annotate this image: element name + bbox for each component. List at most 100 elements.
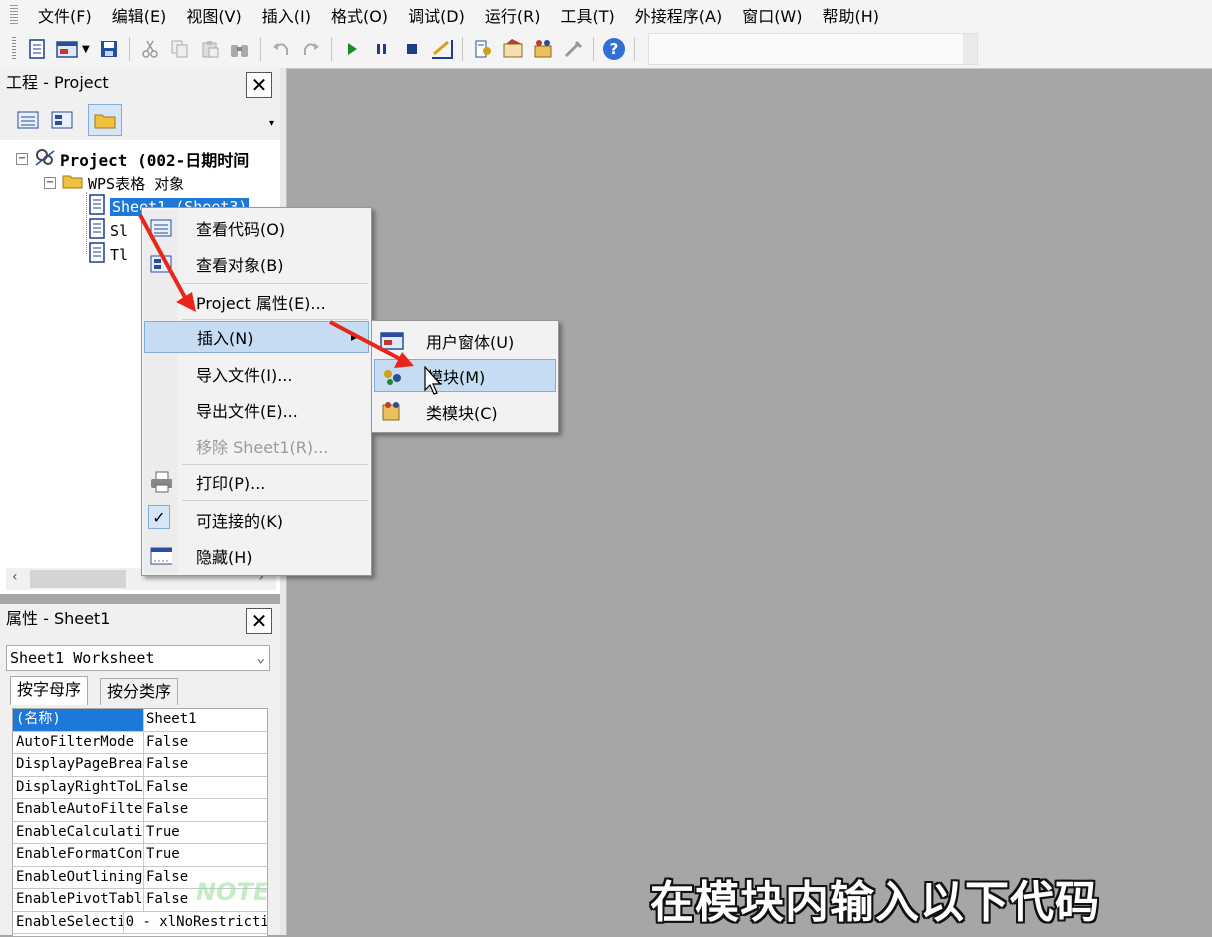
project-explorer-icon[interactable] bbox=[471, 37, 495, 61]
menu-format[interactable]: 格式(O) bbox=[321, 3, 398, 27]
menu-item-print[interactable]: 打印(P)... bbox=[144, 466, 369, 498]
property-row[interactable]: DisplayPageBreaksFalse bbox=[13, 754, 267, 777]
property-row[interactable]: (名称) Sheet1 bbox=[13, 709, 267, 732]
redo-icon[interactable] bbox=[299, 37, 323, 61]
property-row[interactable]: EnableFormatConditionsCalculationTrue bbox=[13, 844, 267, 867]
property-row[interactable]: EnableCalculationTrue bbox=[13, 821, 267, 844]
chevron-down-icon[interactable]: ▾ bbox=[269, 118, 274, 129]
menu-item-userform[interactable]: 用户窗体(U) bbox=[374, 324, 556, 357]
menu-run[interactable]: 运行(R) bbox=[475, 3, 551, 27]
menu-item-class-module[interactable]: 类模块(C) bbox=[374, 395, 556, 428]
tree-sheet-row[interactable]: Tl bbox=[88, 242, 128, 268]
menu-item-hide[interactable]: 隐藏(H) bbox=[144, 540, 369, 572]
property-row[interactable]: EnableSelection0 - xlNoRestrictions bbox=[13, 911, 267, 934]
menu-item-remove-sheet: 移除 Sheet1(R)... bbox=[196, 438, 329, 457]
view-code-icon[interactable] bbox=[16, 110, 40, 134]
folder-open-icon bbox=[62, 172, 84, 194]
userform-icon bbox=[380, 330, 404, 352]
toolbar-separator bbox=[461, 37, 463, 61]
view-code-icon bbox=[150, 218, 172, 238]
design-mode-icon[interactable] bbox=[430, 37, 454, 61]
checkmark-icon: ✓ bbox=[148, 505, 170, 529]
menu-item-view-object[interactable]: 查看对象(B) bbox=[144, 248, 369, 280]
view-wps-icon[interactable] bbox=[25, 37, 49, 61]
collapse-icon[interactable]: − bbox=[16, 153, 28, 165]
menu-separator bbox=[182, 464, 368, 465]
tree-folder-row[interactable]: − WPS表格 对象 bbox=[44, 171, 184, 195]
object-selector-value: Sheet1 Worksheet bbox=[10, 649, 155, 667]
break-icon[interactable] bbox=[370, 37, 394, 61]
menu-debug[interactable]: 调试(D) bbox=[398, 3, 475, 27]
menu-window[interactable]: 窗口(W) bbox=[732, 3, 812, 27]
chevron-down-icon[interactable]: ▼ bbox=[82, 44, 90, 55]
menu-file[interactable]: 文件(F) bbox=[28, 3, 102, 27]
chevron-left-icon[interactable]: ‹ bbox=[12, 569, 18, 585]
help-icon[interactable]: ? bbox=[602, 37, 626, 61]
toolbar-separator bbox=[592, 37, 594, 61]
print-icon bbox=[150, 471, 172, 493]
menu-insert[interactable]: 插入(I) bbox=[252, 3, 321, 27]
scroll-thumb[interactable] bbox=[30, 570, 126, 588]
sheet-icon bbox=[88, 194, 106, 220]
properties-panel-title: 属性 - Sheet1 bbox=[0, 604, 280, 636]
project-close-button[interactable]: ✕ bbox=[246, 72, 272, 98]
tree-root-row[interactable]: − Project (002-日期时间 bbox=[16, 147, 249, 171]
toolbar-options-dropdown[interactable] bbox=[962, 34, 977, 64]
collapse-icon[interactable]: − bbox=[44, 177, 56, 189]
menu-separator bbox=[182, 319, 368, 320]
menu-item-insert[interactable]: 插入(N) ▸ bbox=[144, 321, 369, 353]
menu-item-project-properties[interactable]: Project 属性(E)... bbox=[144, 286, 369, 318]
reset-icon[interactable] bbox=[400, 37, 424, 61]
find-icon[interactable] bbox=[228, 37, 252, 61]
menu-separator bbox=[182, 283, 368, 284]
menu-addins[interactable]: 外接程序(A) bbox=[625, 3, 732, 27]
toolbar-grip[interactable] bbox=[12, 37, 16, 61]
properties-window-icon[interactable] bbox=[501, 37, 525, 61]
menu-help[interactable]: 帮助(H) bbox=[813, 3, 890, 27]
property-row[interactable]: AutoFilterMode False bbox=[13, 731, 267, 754]
sheet-icon bbox=[88, 242, 106, 268]
tree-sheet-label[interactable]: Sl bbox=[110, 222, 128, 240]
project-panel-title: 工程 - Project bbox=[0, 68, 280, 100]
toolbar-combo[interactable] bbox=[647, 33, 978, 65]
class-module-icon bbox=[380, 401, 404, 423]
insert-userform-icon[interactable] bbox=[55, 37, 79, 61]
standard-toolbar: ▼ ? bbox=[0, 30, 1212, 69]
menu-item-export-file[interactable]: 导出文件(E)... bbox=[144, 394, 369, 426]
menu-item-import-file[interactable]: 导入文件(I)... bbox=[144, 358, 369, 390]
menu-item-view-code[interactable]: 查看代码(O) bbox=[144, 212, 369, 244]
property-row[interactable]: DisplayRightToLeftFalse bbox=[13, 776, 267, 799]
properties-close-button[interactable]: ✕ bbox=[246, 608, 272, 634]
tree-root-label: Project (002-日期时间 bbox=[60, 151, 250, 170]
cut-icon[interactable] bbox=[138, 37, 162, 61]
chevron-down-icon[interactable]: ⌄ bbox=[257, 646, 265, 670]
object-selector[interactable]: Sheet1 Worksheet ⌄ bbox=[6, 645, 270, 671]
copy-icon[interactable] bbox=[168, 37, 192, 61]
undo-icon[interactable] bbox=[269, 37, 293, 61]
hide-icon bbox=[150, 546, 172, 566]
paste-icon[interactable] bbox=[198, 37, 222, 61]
menu-item-module[interactable]: 模块(M) bbox=[374, 359, 556, 392]
toolbar-separator bbox=[633, 37, 635, 61]
watermark-logo: NOTE bbox=[196, 878, 270, 906]
menubar-grip[interactable] bbox=[10, 5, 18, 25]
menu-view[interactable]: 视图(V) bbox=[176, 3, 251, 27]
property-row[interactable]: EnableAutoFilter False bbox=[13, 799, 267, 822]
run-icon[interactable] bbox=[340, 37, 364, 61]
toggle-folders-icon[interactable] bbox=[88, 104, 122, 136]
tab-alphabetic[interactable]: 按字母序 bbox=[10, 676, 89, 705]
tree-sheet-label[interactable]: Tl bbox=[110, 246, 128, 264]
view-object-icon[interactable] bbox=[50, 110, 74, 134]
toolbox-icon[interactable] bbox=[561, 37, 585, 61]
object-browser-icon[interactable] bbox=[531, 37, 555, 61]
tab-categorized[interactable]: 按分类序 bbox=[100, 678, 179, 705]
menu-tools[interactable]: 工具(T) bbox=[550, 3, 624, 27]
mouse-pointer-icon bbox=[424, 365, 442, 400]
save-icon[interactable] bbox=[97, 37, 121, 61]
menu-item-dockable[interactable]: ✓ 可连接的(K) bbox=[144, 504, 369, 536]
subtitle-caption: 在模块内输入以下代码 bbox=[650, 877, 1100, 928]
context-menu: 查看代码(O) 查看对象(B) Project 属性(E)... 插入(N) ▸… bbox=[141, 207, 372, 576]
insert-submenu: 用户窗体(U) 模块(M) 类模块(C) bbox=[371, 320, 559, 433]
tree-sheet-row[interactable]: Sl bbox=[88, 218, 128, 243]
menu-edit[interactable]: 编辑(E) bbox=[102, 3, 177, 27]
